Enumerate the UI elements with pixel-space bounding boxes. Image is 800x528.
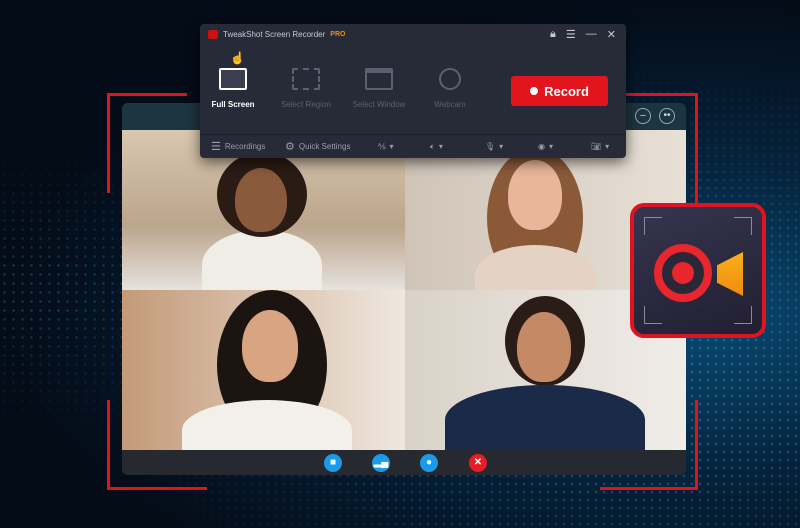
mode-full-screen[interactable]: Full Screen — [193, 68, 273, 109]
mode-select-window[interactable]: Select Window — [339, 68, 419, 109]
call-controls-bar: ■ ▂▄ ● ✕ — [122, 450, 686, 475]
cursor-off-icon: ⅍ — [378, 142, 386, 151]
video-call-window: – •• ■ ▂▄ ● ✕ — [122, 103, 686, 475]
quick-settings-label: Quick Settings — [298, 142, 351, 151]
mode-label: Select Region — [281, 100, 331, 109]
camera-icon: 📷︎ — [591, 142, 602, 151]
close-icon[interactable]: ✕ — [607, 28, 616, 41]
mode-webcam[interactable]: Webcam — [410, 68, 490, 109]
record-ring-icon — [654, 244, 712, 302]
app-logo-icon — [208, 30, 218, 39]
options-icon[interactable]: •• — [659, 108, 675, 124]
record-dot-icon — [530, 87, 539, 95]
mode-select-region[interactable]: Select Region — [266, 68, 346, 109]
recorder-titlebar: TweakShot Screen Recorder PRO — [208, 30, 345, 39]
webcam-icon — [439, 68, 461, 90]
mode-label: Webcam — [434, 100, 466, 109]
recorder-toolbar: ☰ Recordings ⚙ Quick Settings ⅍ ▾ 🔈︎ ▾ 🎙︎ … — [200, 134, 626, 158]
end-call-icon[interactable]: ✕ — [469, 454, 487, 472]
webcam-dropdown[interactable]: ◉ ▾ — [538, 142, 553, 151]
gear-icon: ⚙ — [285, 141, 295, 153]
video-icon[interactable]: ■ — [324, 454, 342, 472]
menu-icon[interactable]: ☰ — [566, 28, 576, 41]
select-region-icon — [292, 68, 320, 90]
microphone-dropdown[interactable]: 🎙︎ ▾ — [485, 142, 503, 151]
screenshot-dropdown[interactable]: 📷︎ ▾ — [591, 142, 609, 151]
mode-label: Select Window — [352, 100, 406, 109]
cursor-dropdown[interactable]: ⅍ ▾ — [378, 142, 394, 151]
window-icon — [365, 68, 393, 90]
list-icon: ☰ — [211, 141, 221, 153]
recordings-button[interactable]: ☰ Recordings — [211, 140, 265, 153]
mode-label: Full Screen — [211, 100, 255, 109]
app-title: TweakShot Screen Recorder — [223, 30, 326, 39]
record-button[interactable]: Record — [511, 76, 608, 106]
pro-badge: PRO — [330, 31, 346, 38]
speaker-dropdown[interactable]: 🔈︎ ▾ — [430, 142, 443, 152]
signal-icon[interactable]: ▂▄ — [372, 454, 390, 472]
speaker-icon: 🔈︎ — [430, 141, 435, 151]
recorder-panel: TweakShot Screen Recorder PRO 🔒︎ ☰ — ✕ ☝… — [200, 24, 626, 158]
lock-icon[interactable]: 🔒︎ — [550, 28, 556, 41]
recordings-label: Recordings — [224, 142, 266, 151]
chat-icon[interactable]: ● — [420, 454, 438, 472]
microphone-icon: 🎙︎ — [485, 142, 496, 151]
camera-lens-icon — [717, 252, 743, 296]
cursor-icon: ☝ — [230, 51, 245, 65]
minimize-icon[interactable]: — — [586, 28, 597, 41]
webcam-icon: ◉ — [538, 142, 545, 151]
participant-tile-3 — [122, 290, 405, 450]
record-label: Record — [544, 83, 589, 99]
tweakshot-logo — [630, 203, 766, 338]
minimize-icon[interactable]: – — [635, 108, 651, 124]
video-grid — [122, 130, 686, 450]
full-screen-icon — [219, 68, 247, 90]
quick-settings-button[interactable]: ⚙ Quick Settings — [285, 140, 350, 153]
